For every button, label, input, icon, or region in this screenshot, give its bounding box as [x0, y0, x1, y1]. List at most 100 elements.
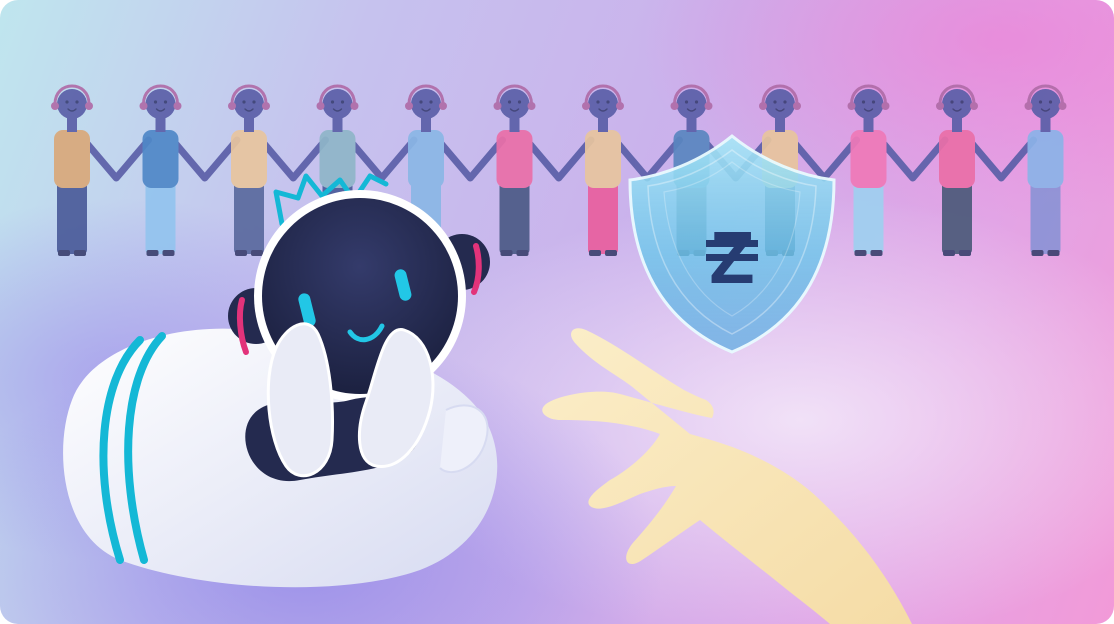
person-arm — [169, 136, 241, 182]
earcup-icon — [405, 102, 413, 110]
person-shoe — [589, 250, 601, 256]
earcup-icon — [670, 102, 679, 110]
person-shoe — [235, 250, 247, 256]
person-shirt — [939, 130, 975, 188]
person-legs — [853, 182, 884, 254]
earcup-icon — [759, 102, 767, 110]
person-eye — [65, 100, 69, 104]
person-eye — [340, 100, 345, 104]
person-shirt — [54, 130, 90, 188]
person-neck — [244, 118, 254, 132]
person-eye — [242, 100, 246, 104]
person-figure — [493, 84, 595, 256]
earcup-icon — [1058, 102, 1067, 110]
person-eye — [783, 100, 787, 104]
earcup-icon — [85, 102, 93, 110]
person-arm — [257, 136, 329, 182]
shield-icon: Z — [628, 134, 836, 354]
person-eye — [75, 100, 79, 104]
person-head — [588, 89, 618, 119]
person-arm — [434, 136, 506, 182]
person-head — [145, 89, 176, 119]
earcup-icon — [847, 102, 856, 110]
earcup-icon — [704, 102, 713, 110]
person-neck — [155, 118, 166, 132]
person-shoe — [500, 250, 513, 256]
person-eye — [684, 100, 689, 104]
earcup-icon — [493, 102, 502, 110]
person-head — [1030, 89, 1061, 119]
person-head — [942, 89, 972, 119]
person-neck — [952, 118, 962, 132]
earcup-icon — [527, 102, 536, 110]
earcup-icon — [316, 102, 325, 110]
person-shoe — [74, 250, 86, 256]
person-eye — [163, 100, 168, 104]
person-neck — [1040, 118, 1051, 132]
earcup-icon — [970, 102, 978, 110]
person-arm — [877, 136, 949, 182]
earcup-icon — [228, 102, 236, 110]
person-eye — [960, 100, 964, 104]
person-neck — [421, 118, 431, 132]
person-eye — [507, 100, 512, 104]
person-neck — [686, 118, 697, 132]
person-head — [676, 89, 707, 119]
person-figure — [936, 84, 1037, 256]
person-legs — [942, 182, 972, 254]
person-legs — [499, 182, 530, 254]
person-shoe — [959, 250, 971, 256]
person-eye — [606, 100, 610, 104]
person-neck — [332, 118, 343, 132]
illustration-canvas: Z — [0, 0, 1114, 624]
person-eye — [773, 100, 777, 104]
person-eye — [153, 100, 158, 104]
person-eye — [252, 100, 256, 104]
earcup-icon — [881, 102, 890, 110]
person-eye — [596, 100, 600, 104]
earcup-icon — [1024, 102, 1033, 110]
person-shoe — [251, 250, 263, 256]
person-eye — [871, 100, 876, 104]
person-legs — [234, 182, 264, 254]
person-figure — [51, 84, 152, 256]
person-shirt — [142, 130, 179, 188]
person-neck — [775, 118, 785, 132]
earcup-icon — [262, 102, 270, 110]
person-neck — [863, 118, 874, 132]
person-shoe — [516, 250, 529, 256]
person-arm — [965, 136, 1037, 182]
person-legs — [145, 182, 176, 254]
illustration-scene: Z — [51, 84, 1067, 624]
earcup-icon — [173, 102, 182, 110]
person-eye — [950, 100, 954, 104]
earcup-icon — [139, 102, 148, 110]
earcup-icon — [793, 102, 801, 110]
person-shoe — [162, 250, 175, 256]
robot-mascot — [63, 173, 498, 588]
earcup-icon — [616, 102, 624, 110]
person-eye — [1038, 100, 1043, 104]
earcup-icon — [582, 102, 590, 110]
person-shirt — [408, 130, 444, 188]
earcup-icon — [350, 102, 359, 110]
person-neck — [598, 118, 608, 132]
person-head — [499, 89, 530, 119]
person-head — [234, 89, 264, 119]
person-shirt — [1027, 130, 1064, 188]
person-legs — [57, 182, 87, 254]
person-head — [57, 89, 87, 119]
person-arm — [80, 136, 152, 182]
person-shoe — [943, 250, 955, 256]
person-head — [411, 89, 441, 119]
person-shirt — [585, 130, 621, 188]
person-shoe — [1047, 250, 1060, 256]
earcup-icon — [439, 102, 447, 110]
person-shoe — [870, 250, 883, 256]
person-legs — [1030, 182, 1061, 254]
person-shirt — [850, 130, 887, 188]
person-shoe — [854, 250, 867, 256]
robot-left-hand — [266, 322, 334, 478]
person-figure — [139, 84, 241, 256]
person-legs — [588, 182, 618, 254]
